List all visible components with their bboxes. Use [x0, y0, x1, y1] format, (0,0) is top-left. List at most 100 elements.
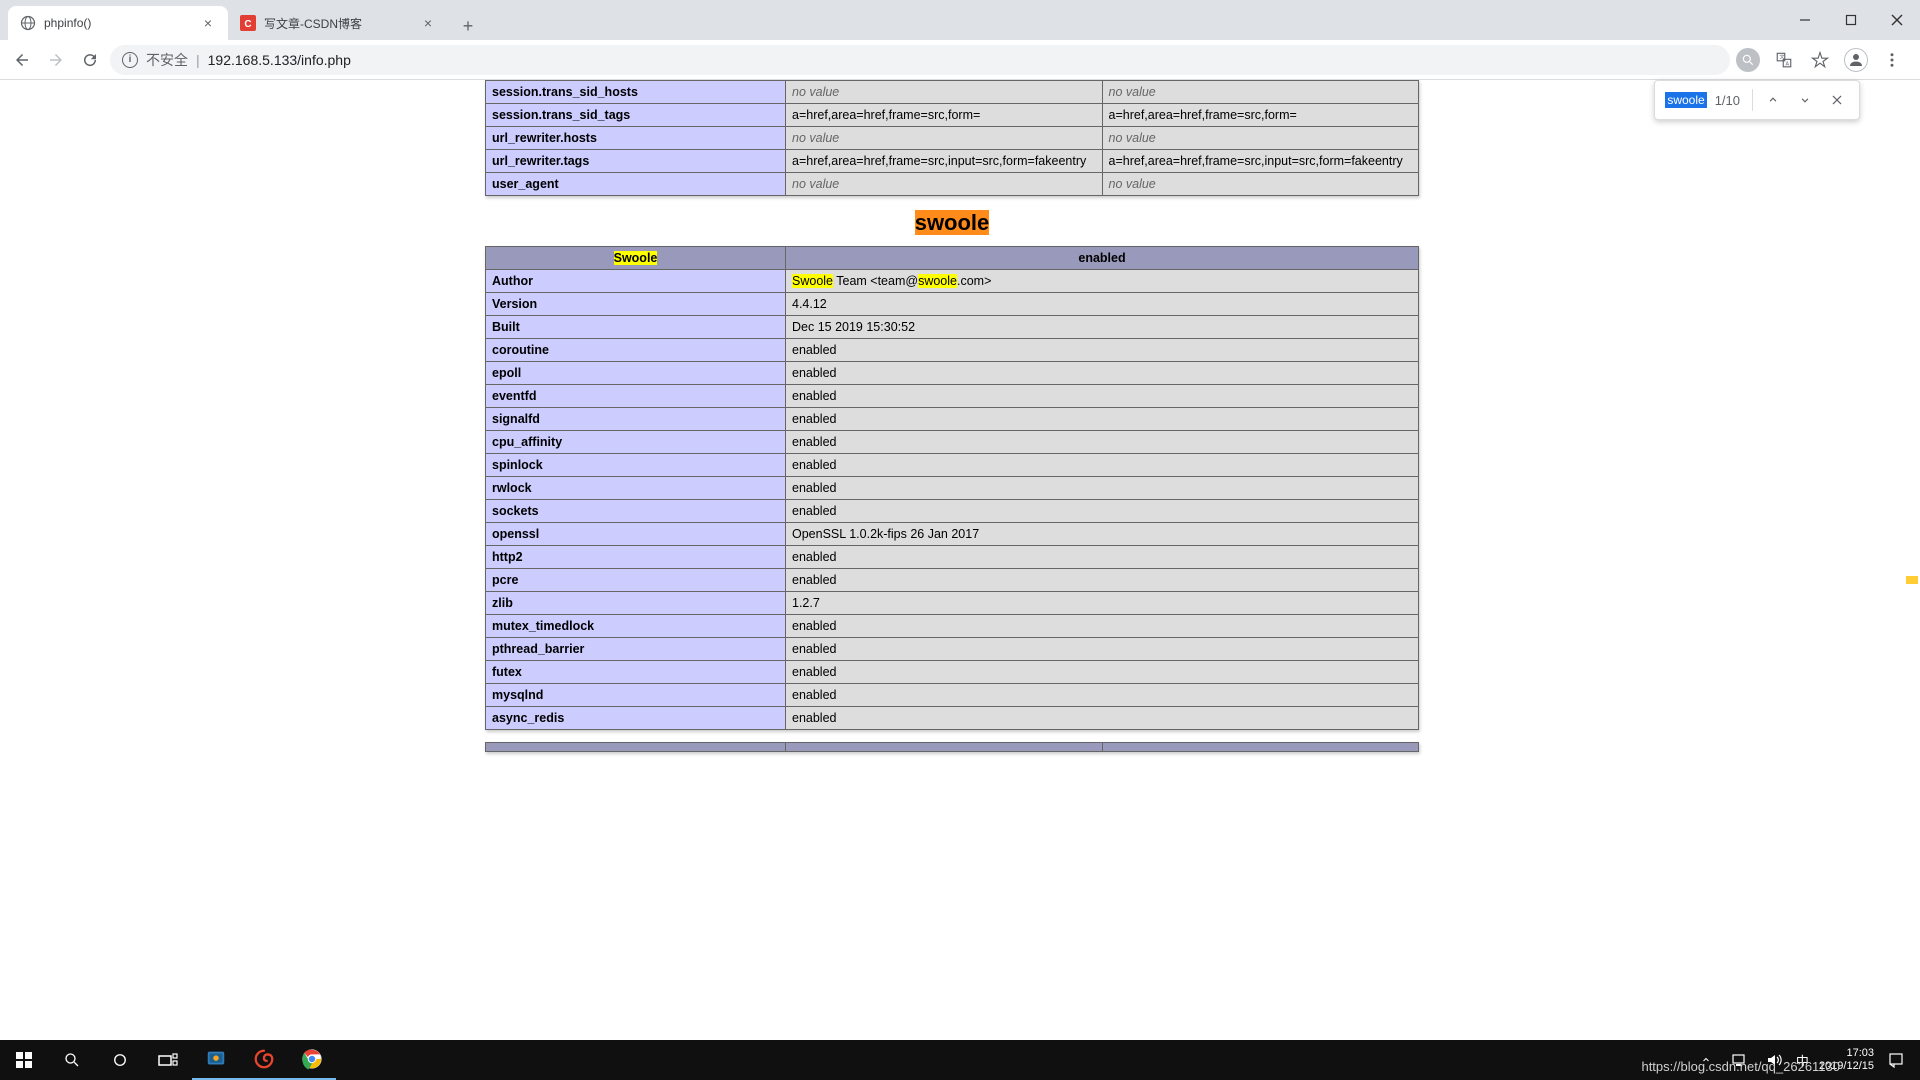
local-value-cell: a=href,area=href,frame=src,form=	[786, 104, 1103, 127]
value-cell: Swoole Team <team@swoole.com>	[786, 270, 1419, 293]
header-cell: Swoole	[486, 247, 786, 270]
key-cell: epoll	[486, 362, 786, 385]
back-button[interactable]	[8, 46, 36, 74]
find-close-button[interactable]	[1825, 88, 1849, 112]
close-window-button[interactable]	[1874, 0, 1920, 40]
key-cell: openssl	[486, 523, 786, 546]
value-cell: enabled	[786, 477, 1419, 500]
find-input[interactable]: swoole	[1665, 93, 1706, 107]
table-row: user_agentno valueno value	[486, 173, 1419, 196]
key-cell: Author	[486, 270, 786, 293]
watermark-text: https://blog.csdn.net/qq_26261130	[1641, 1059, 1840, 1074]
table-row: http2enabled	[486, 546, 1419, 569]
browser-chrome: phpinfo() × C 写文章-CSDN博客 × + i 不安全	[0, 0, 1920, 80]
key-cell: session.trans_sid_tags	[486, 104, 786, 127]
key-cell: sockets	[486, 500, 786, 523]
zoom-icon[interactable]	[1736, 48, 1760, 72]
value-cell: enabled	[786, 638, 1419, 661]
value-cell: enabled	[786, 546, 1419, 569]
maximize-button[interactable]	[1828, 0, 1874, 40]
minimize-button[interactable]	[1782, 0, 1828, 40]
next-table-placeholder	[485, 742, 1419, 752]
table-row: futexenabled	[486, 661, 1419, 684]
section-heading: swoole	[485, 210, 1419, 236]
notifications-icon[interactable]	[1884, 1048, 1908, 1072]
bookmark-icon[interactable]	[1808, 48, 1832, 72]
table-row: signalfdenabled	[486, 408, 1419, 431]
find-prev-button[interactable]	[1761, 88, 1785, 112]
tab-phpinfo[interactable]: phpinfo() ×	[8, 6, 228, 40]
phpinfo-container: session.trans_sid_hostsno valueno values…	[485, 80, 1419, 784]
key-cell: Built	[486, 316, 786, 339]
table-row: spinlockenabled	[486, 454, 1419, 477]
cortana-button[interactable]	[96, 1040, 144, 1080]
page-content[interactable]: session.trans_sid_hostsno valueno values…	[0, 80, 1920, 1040]
find-counter: 1/10	[1715, 93, 1740, 108]
divider	[1752, 89, 1753, 111]
taskview-button[interactable]	[144, 1040, 192, 1080]
taskbar-app-swirl[interactable]	[240, 1040, 288, 1080]
table-row: Author Swoole Team <team@swoole.com>	[486, 270, 1419, 293]
master-value-cell: no value	[1102, 173, 1419, 196]
table-row: opensslOpenSSL 1.0.2k-fips 26 Jan 2017	[486, 523, 1419, 546]
value-cell: enabled	[786, 385, 1419, 408]
reload-button[interactable]	[76, 46, 104, 74]
tab-strip: phpinfo() × C 写文章-CSDN博客 × +	[0, 0, 1920, 40]
close-icon[interactable]: ×	[200, 15, 216, 31]
table-row: pthread_barrierenabled	[486, 638, 1419, 661]
browser-toolbar: i 不安全 | 192.168.5.133/info.php 文A	[0, 40, 1920, 80]
table-row: socketsenabled	[486, 500, 1419, 523]
header-cell: enabled	[786, 247, 1419, 270]
table-row: coroutineenabled	[486, 339, 1419, 362]
value-cell: enabled	[786, 500, 1419, 523]
svg-text:C: C	[244, 19, 251, 30]
swoole-table: Swoole enabled Author Swoole Team <team@…	[485, 246, 1419, 730]
value-cell: enabled	[786, 661, 1419, 684]
find-bar: swoole 1/10	[1654, 80, 1860, 120]
search-button[interactable]	[48, 1040, 96, 1080]
key-cell: session.trans_sid_hosts	[486, 81, 786, 104]
local-value-cell: no value	[786, 173, 1103, 196]
key-cell: signalfd	[486, 408, 786, 431]
value-cell: enabled	[786, 408, 1419, 431]
table-row: rwlockenabled	[486, 477, 1419, 500]
forward-button[interactable]	[42, 46, 70, 74]
close-icon[interactable]: ×	[420, 15, 436, 31]
find-next-button[interactable]	[1793, 88, 1817, 112]
key-cell: async_redis	[486, 707, 786, 730]
new-tab-button[interactable]: +	[454, 12, 482, 40]
key-cell: url_rewriter.tags	[486, 150, 786, 173]
start-button[interactable]	[0, 1040, 48, 1080]
local-value-cell: no value	[786, 127, 1103, 150]
table-row: mutex_timedlockenabled	[486, 615, 1419, 638]
key-cell: spinlock	[486, 454, 786, 477]
toolbar-right: 文A	[1736, 48, 1912, 72]
tab-csdn[interactable]: C 写文章-CSDN博客 ×	[228, 6, 448, 40]
table-row: eventfdenabled	[486, 385, 1419, 408]
value-cell: enabled	[786, 339, 1419, 362]
table-row: Version4.4.12	[486, 293, 1419, 316]
profile-avatar[interactable]	[1844, 48, 1868, 72]
value-cell: enabled	[786, 615, 1419, 638]
menu-icon[interactable]	[1880, 48, 1904, 72]
session-config-table: session.trans_sid_hostsno valueno values…	[485, 80, 1419, 196]
value-cell: enabled	[786, 454, 1419, 477]
value-cell: 1.2.7	[786, 592, 1419, 615]
taskbar-left	[0, 1040, 336, 1080]
security-label: 不安全	[146, 50, 188, 70]
table-row: url_rewriter.tagsa=href,area=href,frame=…	[486, 150, 1419, 173]
address-bar[interactable]: i 不安全 | 192.168.5.133/info.php	[110, 45, 1730, 75]
key-cell: url_rewriter.hosts	[486, 127, 786, 150]
table-row: epollenabled	[486, 362, 1419, 385]
taskbar-app-chrome[interactable]	[288, 1040, 336, 1080]
translate-icon[interactable]: 文A	[1772, 48, 1796, 72]
local-value-cell: no value	[786, 81, 1103, 104]
table-row: mysqlndenabled	[486, 684, 1419, 707]
master-value-cell: no value	[1102, 127, 1419, 150]
value-cell: enabled	[786, 431, 1419, 454]
key-cell: cpu_affinity	[486, 431, 786, 454]
taskbar-app-vm[interactable]	[192, 1040, 240, 1080]
table-row: cpu_affinityenabled	[486, 431, 1419, 454]
value-cell: enabled	[786, 707, 1419, 730]
svg-text:A: A	[1786, 61, 1790, 67]
